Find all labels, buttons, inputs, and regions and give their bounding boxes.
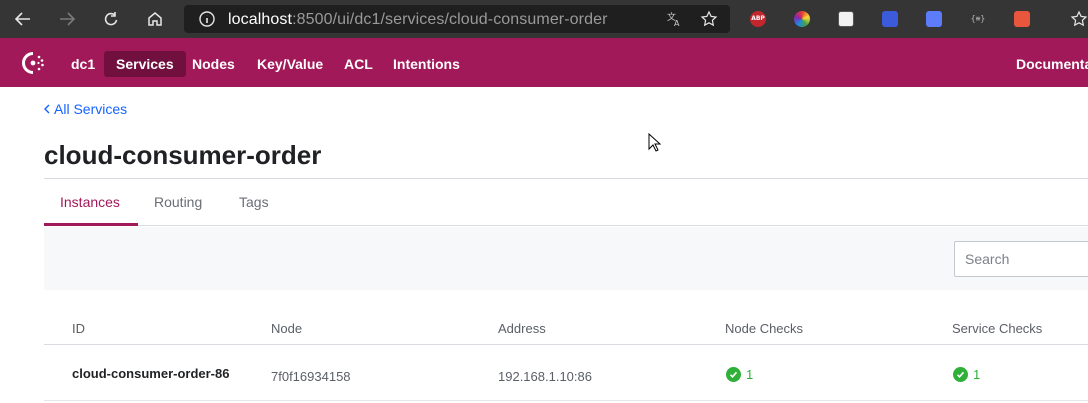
table-row-divider	[44, 400, 1088, 401]
collections-star-icon[interactable]	[1066, 6, 1088, 32]
glasses-icon[interactable]	[838, 11, 854, 27]
bookmark-icon[interactable]	[926, 11, 942, 27]
nav-key-value[interactable]: Key/Value	[245, 51, 335, 77]
tab-tags[interactable]: Tags	[239, 194, 269, 210]
svg-text:A: A	[674, 19, 680, 28]
filter-bar	[44, 227, 1088, 290]
nav-documentation[interactable]: Documenta	[1004, 51, 1088, 77]
nav-nodes[interactable]: Nodes	[180, 51, 247, 77]
service-checks-status: 1	[953, 367, 980, 382]
service-checks-count: 1	[973, 367, 981, 382]
forward-arrow-icon[interactable]	[54, 6, 80, 32]
tabs-divider	[44, 225, 1088, 226]
active-tab-indicator	[44, 223, 138, 226]
column-header-id: ID	[72, 321, 85, 336]
adblock-plus-icon[interactable]: ABP	[750, 11, 766, 27]
consul-logo-icon[interactable]	[20, 51, 48, 75]
column-header-node-checks: Node Checks	[725, 321, 804, 336]
favorite-star-icon[interactable]	[700, 10, 718, 33]
column-header-service-checks: Service Checks	[952, 321, 1043, 336]
table-header-divider	[44, 344, 1088, 345]
code-icon[interactable]: {≡}	[970, 11, 986, 27]
search-input[interactable]	[954, 241, 1088, 277]
nav-acl[interactable]: ACL	[332, 51, 385, 77]
browser-toolbar: localhost:8500/ui/dc1/services/cloud-con…	[0, 0, 1088, 38]
instance-node: 7f0f16934158	[271, 369, 351, 384]
reader-icon[interactable]	[882, 11, 898, 27]
translate-icon[interactable]: 文A	[666, 10, 684, 33]
check-circle-icon	[953, 367, 968, 382]
check-circle-icon	[726, 367, 741, 382]
info-icon[interactable]	[198, 10, 216, 33]
title-divider	[44, 178, 1088, 179]
back-arrow-icon[interactable]	[10, 6, 36, 32]
refresh-icon[interactable]	[98, 6, 124, 32]
column-header-address: Address	[498, 321, 546, 336]
nav-services[interactable]: Services	[104, 51, 186, 77]
mouse-cursor-icon	[648, 132, 662, 158]
home-icon[interactable]	[142, 6, 168, 32]
instance-id[interactable]: cloud-consumer-order-86	[72, 366, 229, 381]
app-header: dc1 Services Nodes Key/Value ACL Intenti…	[0, 38, 1088, 87]
chevron-left-icon	[44, 101, 50, 117]
color-wheel-icon[interactable]	[794, 11, 810, 27]
node-checks-count: 1	[746, 367, 754, 382]
datacenter-selector[interactable]: dc1	[59, 51, 107, 77]
back-link-label: All Services	[54, 101, 128, 117]
page-title: cloud-consumer-order	[44, 140, 322, 170]
instance-address: 192.168.1.10:86	[498, 369, 592, 384]
tab-instances[interactable]: Instances	[60, 194, 120, 210]
column-header-node: Node	[271, 321, 303, 336]
all-services-link[interactable]: All Services	[44, 101, 127, 117]
tab-routing[interactable]: Routing	[154, 194, 202, 210]
url-text: localhost:8500/ui/dc1/services/cloud-con…	[228, 11, 608, 28]
puzzle-icon[interactable]	[1014, 11, 1030, 27]
address-bar[interactable]: localhost:8500/ui/dc1/services/cloud-con…	[184, 5, 730, 33]
nav-intentions[interactable]: Intentions	[381, 51, 472, 77]
node-checks-status: 1	[726, 367, 753, 382]
